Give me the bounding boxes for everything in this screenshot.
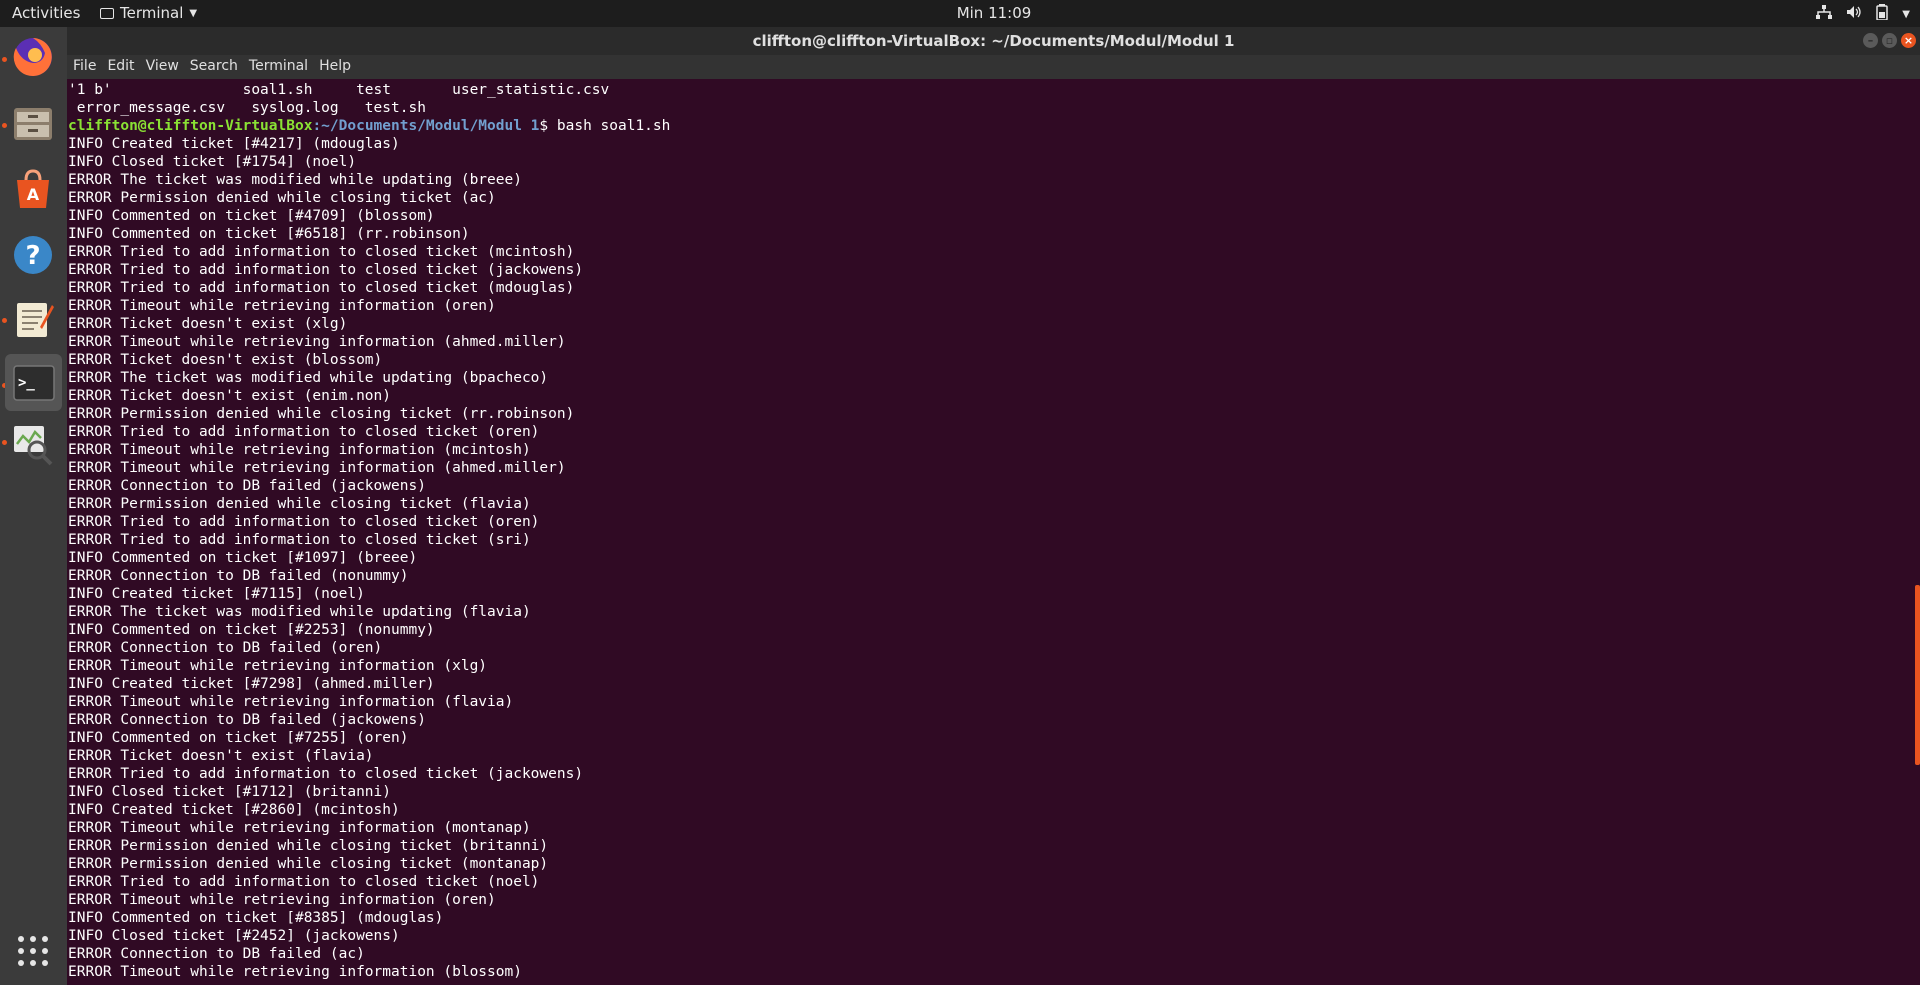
- log-line: ERROR Timeout while retrieving informati…: [68, 298, 496, 314]
- chevron-down-icon: ▼: [1902, 8, 1910, 20]
- svg-text:A: A: [27, 185, 40, 204]
- log-line: INFO Created ticket [#7115] (noel): [68, 586, 365, 602]
- log-line: ERROR Connection to DB failed (nonummy): [68, 568, 409, 584]
- log-line: ERROR Permission denied while closing ti…: [68, 856, 549, 872]
- log-line: ERROR Tried to add information to closed…: [68, 874, 540, 890]
- log-line: ERROR Timeout while retrieving informati…: [68, 892, 496, 908]
- prompt-command: $ bash soal1.sh: [539, 118, 671, 134]
- log-line: INFO Closed ticket [#1712] (britanni): [68, 784, 392, 800]
- log-line: ERROR Tried to add information to closed…: [68, 424, 540, 440]
- log-line: ERROR Tried to add information to closed…: [68, 766, 584, 782]
- app-menu-label: Terminal: [120, 4, 184, 22]
- log-line: ERROR Ticket doesn't exist (xlg): [68, 316, 348, 332]
- app-menu[interactable]: Terminal ▼: [100, 4, 197, 22]
- log-line: INFO Commented on ticket [#7255] (oren): [68, 730, 409, 746]
- running-indicator: [2, 57, 7, 62]
- menu-bar: File Edit View Search Terminal Help: [67, 55, 1920, 79]
- top-bar: Activities Terminal ▼ Min 11:09 ▼: [0, 0, 1920, 27]
- menu-help[interactable]: Help: [313, 55, 356, 79]
- log-line: ERROR Timeout while retrieving informati…: [68, 964, 522, 980]
- system-monitor-icon[interactable]: [9, 420, 57, 468]
- log-line: INFO Closed ticket [#2452] (jackowens): [68, 928, 400, 944]
- log-line: ERROR Timeout while retrieving informati…: [68, 694, 514, 710]
- log-line: ERROR The ticket was modified while upda…: [68, 370, 549, 386]
- log-line: ERROR Permission denied while closing ti…: [68, 406, 575, 422]
- log-line: ERROR Permission denied while closing ti…: [68, 496, 531, 512]
- terminal-icon[interactable]: >_: [5, 354, 62, 411]
- log-line: ERROR Connection to DB failed (oren): [68, 640, 383, 656]
- chevron-down-icon: ▼: [189, 7, 198, 19]
- log-line: ERROR The ticket was modified while upda…: [68, 604, 531, 620]
- log-line: ERROR Ticket doesn't exist (flavia): [68, 748, 374, 764]
- log-line: ERROR Timeout while retrieving informati…: [68, 658, 488, 674]
- log-line: INFO Commented on ticket [#6518] (rr.rob…: [68, 226, 470, 242]
- svg-text:>_: >_: [18, 375, 35, 391]
- log-line: ERROR Timeout while retrieving informati…: [68, 460, 566, 476]
- log-line: ERROR Tried to add information to closed…: [68, 532, 531, 548]
- menu-terminal[interactable]: Terminal: [243, 55, 313, 79]
- log-line: ERROR Connection to DB failed (ac): [68, 946, 365, 962]
- terminal-mini-icon: [100, 7, 114, 19]
- dock: A ? >_: [0, 27, 67, 985]
- log-line: INFO Created ticket [#7298] (ahmed.mille…: [68, 676, 435, 692]
- show-applications-icon[interactable]: [9, 927, 57, 975]
- log-line: ERROR Ticket doesn't exist (blossom): [68, 352, 383, 368]
- svg-text:?: ?: [25, 241, 40, 271]
- running-indicator: [2, 440, 7, 445]
- ls-output-line: error_message.csv syslog.log test.sh: [68, 100, 426, 116]
- menu-view[interactable]: View: [140, 55, 184, 79]
- window-title: cliffton@cliffton-VirtualBox: ~/Document…: [752, 32, 1235, 50]
- system-tray[interactable]: ▼: [1816, 4, 1910, 24]
- text-editor-icon[interactable]: [9, 294, 57, 342]
- window-titlebar[interactable]: cliffton@cliffton-VirtualBox: ~/Document…: [67, 27, 1920, 55]
- prompt-line: cliffton@cliffton-VirtualBox:~/Documents…: [68, 117, 670, 135]
- log-line: INFO Commented on ticket [#8385] (mdougl…: [68, 910, 444, 926]
- log-line: INFO Commented on ticket [#4709] (blosso…: [68, 208, 435, 224]
- files-icon[interactable]: [9, 99, 57, 147]
- activities-button[interactable]: Activities: [12, 4, 80, 22]
- log-line: ERROR The ticket was modified while upda…: [68, 172, 522, 188]
- prompt-path: :~/Documents/Modul/Modul 1: [312, 118, 540, 134]
- firefox-icon[interactable]: [9, 33, 57, 81]
- close-button[interactable]: ×: [1901, 33, 1916, 48]
- battery-icon: [1876, 4, 1889, 24]
- log-line: ERROR Tried to add information to closed…: [68, 262, 584, 278]
- prompt-user: cliffton@cliffton-VirtualBox: [68, 118, 313, 134]
- menu-edit[interactable]: Edit: [101, 55, 139, 79]
- log-line: INFO Closed ticket [#1754] (noel): [68, 154, 357, 170]
- log-line: ERROR Ticket doesn't exist (enim.non): [68, 388, 392, 404]
- software-icon[interactable]: A: [9, 165, 57, 213]
- log-line: ERROR Permission denied while closing ti…: [68, 838, 549, 854]
- help-icon[interactable]: ?: [9, 231, 57, 279]
- log-line: INFO Commented on ticket [#2253] (nonumm…: [68, 622, 435, 638]
- minimize-button[interactable]: –: [1863, 33, 1878, 48]
- clock[interactable]: Min 11:09: [0, 4, 1920, 22]
- running-indicator: [2, 123, 7, 128]
- volume-icon: [1846, 5, 1862, 23]
- log-line: ERROR Tried to add information to closed…: [68, 514, 540, 530]
- maximize-button[interactable]: ▫: [1882, 33, 1897, 48]
- menu-file[interactable]: File: [67, 55, 101, 79]
- network-icon: [1816, 5, 1833, 23]
- log-line: ERROR Permission denied while closing ti…: [68, 190, 496, 206]
- window-controls: – ▫ ×: [1863, 33, 1916, 48]
- log-line: INFO Created ticket [#4217] (mdouglas): [68, 136, 400, 152]
- log-line: ERROR Connection to DB failed (jackowens…: [68, 712, 426, 728]
- log-line: ERROR Timeout while retrieving informati…: [68, 820, 531, 836]
- menu-search[interactable]: Search: [184, 55, 243, 79]
- log-line: ERROR Timeout while retrieving informati…: [68, 442, 531, 458]
- log-line: ERROR Tried to add information to closed…: [68, 280, 575, 296]
- scrollbar[interactable]: [1915, 585, 1920, 765]
- log-line: ERROR Timeout while retrieving informati…: [68, 334, 566, 350]
- terminal-output[interactable]: '1 b' soal1.sh test user_statistic.csv e…: [67, 79, 1920, 985]
- log-line: ERROR Connection to DB failed (jackowens…: [68, 478, 426, 494]
- running-indicator: [2, 318, 7, 323]
- ls-output-line: '1 b' soal1.sh test user_statistic.csv: [68, 82, 610, 98]
- terminal-lines: '1 b' soal1.sh test user_statistic.csv e…: [68, 81, 670, 981]
- log-line: INFO Commented on ticket [#1097] (breee): [68, 550, 418, 566]
- log-line: ERROR Tried to add information to closed…: [68, 244, 575, 260]
- log-line: INFO Created ticket [#2860] (mcintosh): [68, 802, 400, 818]
